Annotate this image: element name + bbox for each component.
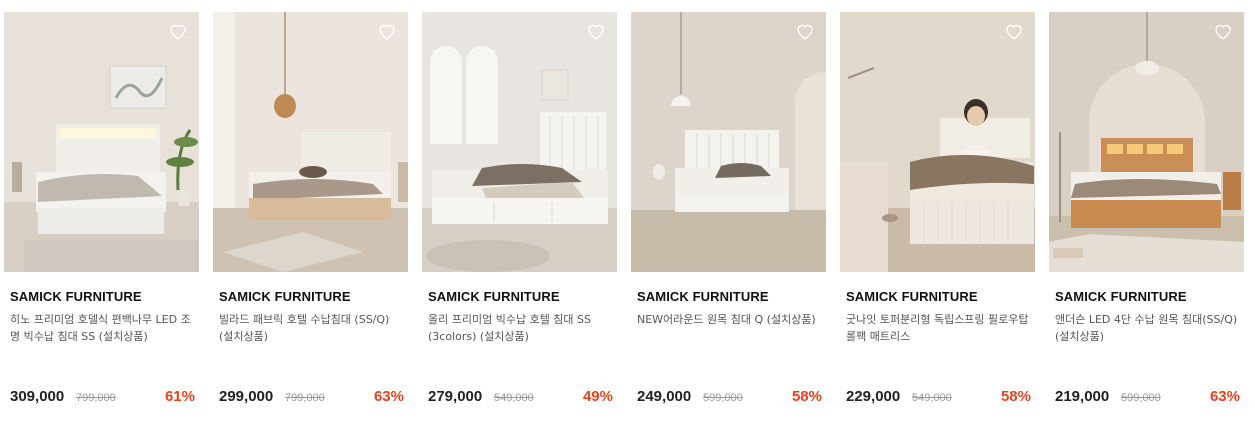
product-brand: SAMICK FURNITURE xyxy=(428,289,560,304)
product-original-price: 549,000 xyxy=(494,392,534,404)
product-discount: 58% xyxy=(1000,388,1031,405)
product-original-price: 599,000 xyxy=(703,392,743,404)
product-image[interactable] xyxy=(422,12,617,272)
product-card[interactable]: SAMICK FURNITURE 굿나잇 토퍼분리형 독립스프링 필로우탑 롤팩… xyxy=(840,12,1035,412)
product-title[interactable]: 히노 프리미엄 호델식 편백나무 LED 조명 빅수납 침대 SS (설치상품) xyxy=(10,311,195,345)
product-title[interactable]: 빌라드 패브릭 호텔 수납침대 (SS/Q) (설치상품) xyxy=(219,311,404,345)
product-price: 299,000 xyxy=(219,388,274,405)
wishlist-heart-icon[interactable] xyxy=(1003,20,1025,42)
product-brand: SAMICK FURNITURE xyxy=(219,289,351,304)
product-grid: SAMICK FURNITURE 히노 프리미엄 호델식 편백나무 LED 조명… xyxy=(0,0,1255,421)
product-original-price: 799,000 xyxy=(285,392,325,404)
product-image[interactable] xyxy=(213,12,408,272)
product-price: 229,000 xyxy=(846,388,901,405)
product-image[interactable] xyxy=(840,12,1035,272)
product-image[interactable] xyxy=(4,12,199,272)
product-image[interactable] xyxy=(631,12,826,272)
product-discount: 63% xyxy=(373,388,404,405)
product-card[interactable]: SAMICK FURNITURE 앤더슨 LED 4단 수납 원목 침대(SS/… xyxy=(1049,12,1244,412)
product-card[interactable]: SAMICK FURNITURE 히노 프리미엄 호델식 편백나무 LED 조명… xyxy=(4,12,199,412)
product-title[interactable]: 앤더슨 LED 4단 수납 원목 침대(SS/Q) (설치상품) xyxy=(1055,311,1240,345)
wishlist-heart-icon[interactable] xyxy=(794,20,816,42)
product-title[interactable]: 올리 프리미엄 빅수납 호텔 침대 SS (3colors) (설치상품) xyxy=(428,311,613,345)
product-brand: SAMICK FURNITURE xyxy=(1055,289,1187,304)
product-discount: 61% xyxy=(164,388,195,405)
product-discount: 63% xyxy=(1209,388,1240,405)
product-original-price: 799,000 xyxy=(76,392,116,404)
wishlist-heart-icon[interactable] xyxy=(585,20,607,42)
product-card[interactable]: SAMICK FURNITURE 올리 프리미엄 빅수납 호텔 침대 SS (3… xyxy=(422,12,617,412)
product-brand: SAMICK FURNITURE xyxy=(846,289,978,304)
wishlist-heart-icon[interactable] xyxy=(376,20,398,42)
product-brand: SAMICK FURNITURE xyxy=(637,289,769,304)
product-discount: 49% xyxy=(582,388,613,405)
wishlist-heart-icon[interactable] xyxy=(1212,20,1234,42)
product-price: 309,000 xyxy=(10,388,65,405)
product-price: 279,000 xyxy=(428,388,483,405)
product-discount: 58% xyxy=(791,388,822,405)
product-title[interactable]: 굿나잇 토퍼분리형 독립스프링 필로우탑 롤팩 매트리스 xyxy=(846,311,1031,345)
product-price: 249,000 xyxy=(637,388,692,405)
product-brand: SAMICK FURNITURE xyxy=(10,289,142,304)
product-card[interactable]: SAMICK FURNITURE 빌라드 패브릭 호텔 수납침대 (SS/Q) … xyxy=(213,12,408,412)
product-title[interactable]: NEW어라운드 원목 침대 Q (설치상품) xyxy=(637,311,822,328)
product-image[interactable] xyxy=(1049,12,1244,272)
product-original-price: 549,000 xyxy=(912,392,952,404)
product-card[interactable]: SAMICK FURNITURE NEW어라운드 원목 침대 Q (설치상품) … xyxy=(631,12,826,412)
product-price: 219,000 xyxy=(1055,388,1110,405)
product-original-price: 599,000 xyxy=(1121,392,1161,404)
wishlist-heart-icon[interactable] xyxy=(167,20,189,42)
